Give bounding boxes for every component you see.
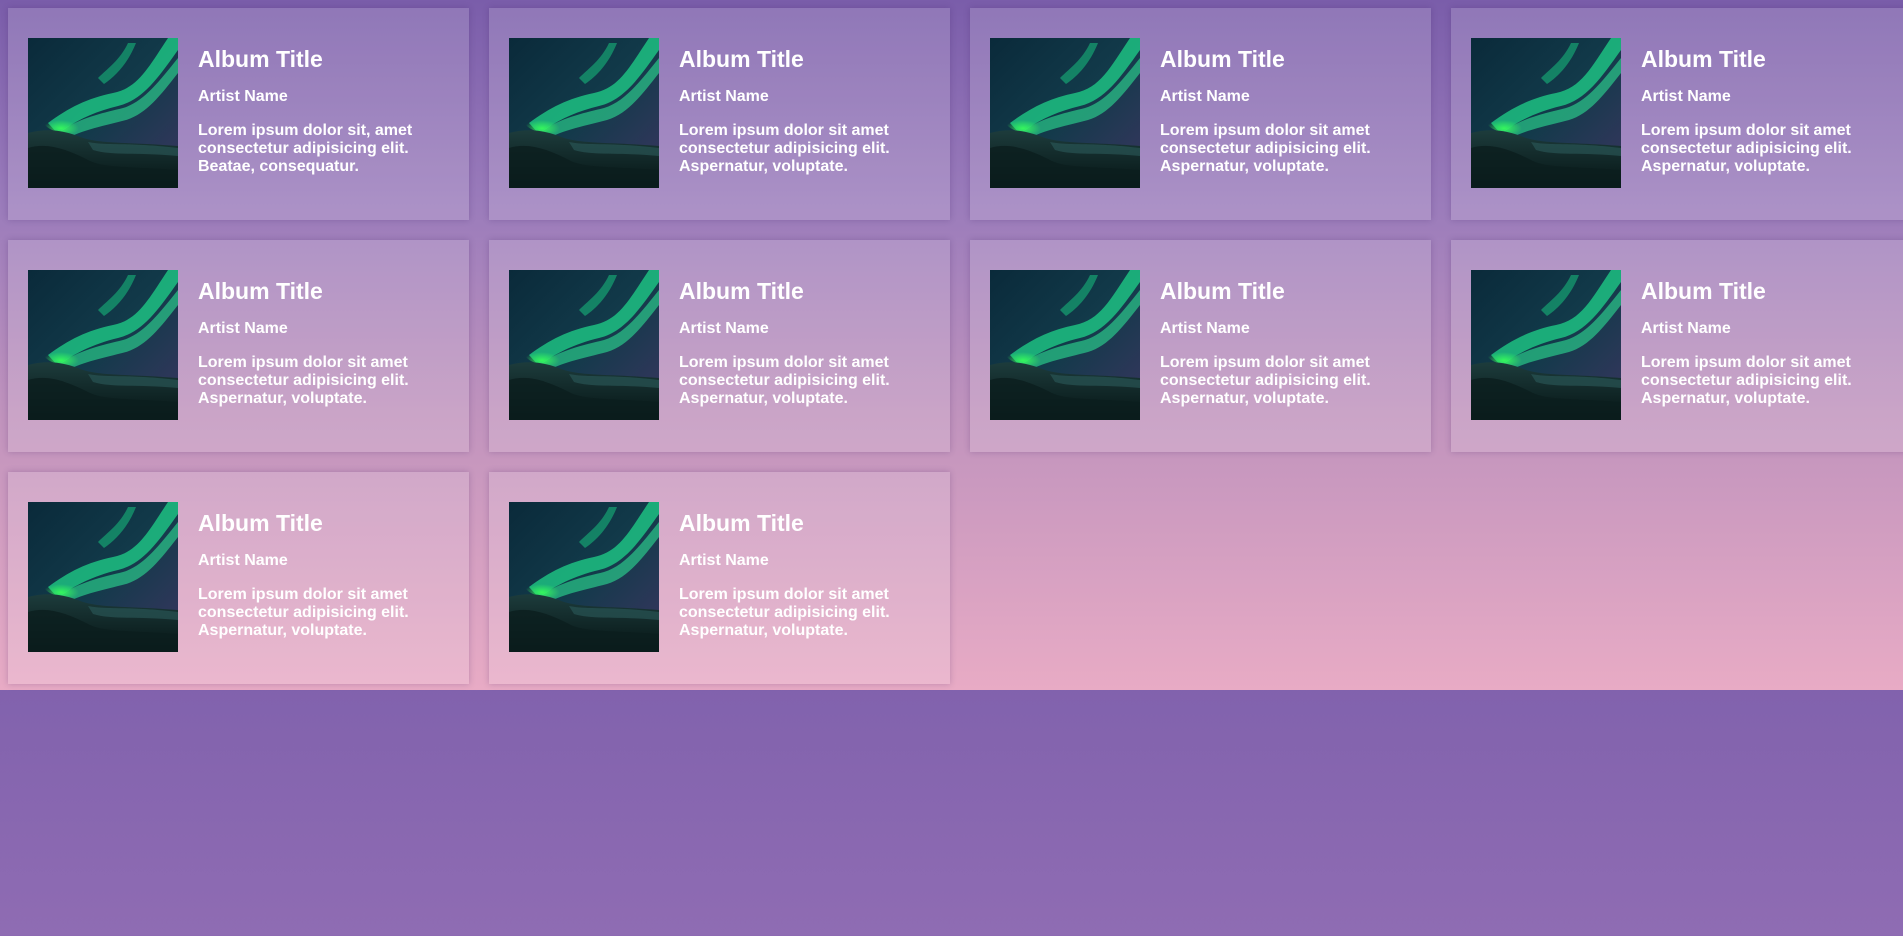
album-info: Album Title Artist Name Lorem ipsum dolo… — [1160, 38, 1410, 190]
album-cover-image — [990, 38, 1140, 188]
album-card[interactable]: Album Title Artist Name Lorem ipsum dolo… — [8, 472, 469, 684]
album-info: Album Title Artist Name Lorem ipsum dolo… — [679, 502, 929, 654]
artist-name: Artist Name — [679, 88, 769, 105]
artist-name: Artist Name — [198, 552, 288, 569]
album-info: Album Title Artist Name Lorem ipsum dolo… — [679, 38, 929, 190]
album-cover-image — [28, 502, 178, 652]
album-description: Lorem ipsum dolor sit, amet consectetur … — [198, 122, 413, 175]
album-card[interactable]: Album Title Artist Name Lorem ipsum dolo… — [489, 240, 950, 452]
album-title: Album Title — [1160, 46, 1285, 72]
album-description: Lorem ipsum dolor sit amet consectetur a… — [1641, 354, 1852, 407]
album-card[interactable]: Album Title Artist Name Lorem ipsum dolo… — [1451, 8, 1903, 220]
album-cover-image — [1471, 270, 1621, 420]
artist-name: Artist Name — [679, 552, 769, 569]
album-info: Album Title Artist Name Lorem ipsum dolo… — [1160, 270, 1410, 422]
album-cover-image — [509, 38, 659, 188]
album-description: Lorem ipsum dolor sit amet consectetur a… — [679, 586, 890, 639]
album-description: Lorem ipsum dolor sit amet consectetur a… — [1160, 122, 1371, 175]
album-cover-image — [990, 270, 1140, 420]
album-card[interactable]: Album Title Artist Name Lorem ipsum dolo… — [8, 240, 469, 452]
album-title: Album Title — [198, 46, 323, 72]
album-cover-image — [509, 502, 659, 652]
album-card[interactable]: Album Title Artist Name Lorem ipsum dolo… — [970, 8, 1431, 220]
album-cover-image — [28, 38, 178, 188]
album-cover-image — [509, 270, 659, 420]
album-card[interactable]: Album Title Artist Name Lorem ipsum dolo… — [489, 8, 950, 220]
artist-name: Artist Name — [1641, 320, 1731, 337]
album-description: Lorem ipsum dolor sit amet consectetur a… — [198, 354, 409, 407]
artist-name: Artist Name — [198, 320, 288, 337]
album-card[interactable]: Album Title Artist Name Lorem ipsum dolo… — [489, 472, 950, 684]
album-title: Album Title — [679, 278, 804, 304]
artist-name: Artist Name — [1160, 88, 1250, 105]
album-description: Lorem ipsum dolor sit amet consectetur a… — [198, 586, 409, 639]
album-description: Lorem ipsum dolor sit amet consectetur a… — [679, 122, 890, 175]
album-title: Album Title — [1160, 278, 1285, 304]
album-description: Lorem ipsum dolor sit amet consectetur a… — [1641, 122, 1852, 175]
album-title: Album Title — [198, 278, 323, 304]
album-grid: Album Title Artist Name Lorem ipsum dolo… — [8, 8, 1903, 684]
album-title: Album Title — [1641, 278, 1766, 304]
artist-name: Artist Name — [1641, 88, 1731, 105]
album-card[interactable]: Album Title Artist Name Lorem ipsum dolo… — [8, 8, 469, 220]
album-title: Album Title — [679, 46, 804, 72]
album-title: Album Title — [198, 510, 323, 536]
artist-name: Artist Name — [1160, 320, 1250, 337]
album-card[interactable]: Album Title Artist Name Lorem ipsum dolo… — [970, 240, 1431, 452]
album-info: Album Title Artist Name Lorem ipsum dolo… — [198, 502, 448, 654]
album-info: Album Title Artist Name Lorem ipsum dolo… — [198, 270, 448, 422]
album-card[interactable]: Album Title Artist Name Lorem ipsum dolo… — [1451, 240, 1903, 452]
album-info: Album Title Artist Name Lorem ipsum dolo… — [1641, 38, 1891, 190]
album-cover-image — [1471, 38, 1621, 188]
album-cover-image — [28, 270, 178, 420]
album-info: Album Title Artist Name Lorem ipsum dolo… — [1641, 270, 1891, 422]
album-description: Lorem ipsum dolor sit amet consectetur a… — [679, 354, 890, 407]
album-info: Album Title Artist Name Lorem ipsum dolo… — [198, 38, 448, 190]
album-title: Album Title — [1641, 46, 1766, 72]
artist-name: Artist Name — [679, 320, 769, 337]
artist-name: Artist Name — [198, 88, 288, 105]
album-description: Lorem ipsum dolor sit amet consectetur a… — [1160, 354, 1371, 407]
album-title: Album Title — [679, 510, 804, 536]
album-info: Album Title Artist Name Lorem ipsum dolo… — [679, 270, 929, 422]
